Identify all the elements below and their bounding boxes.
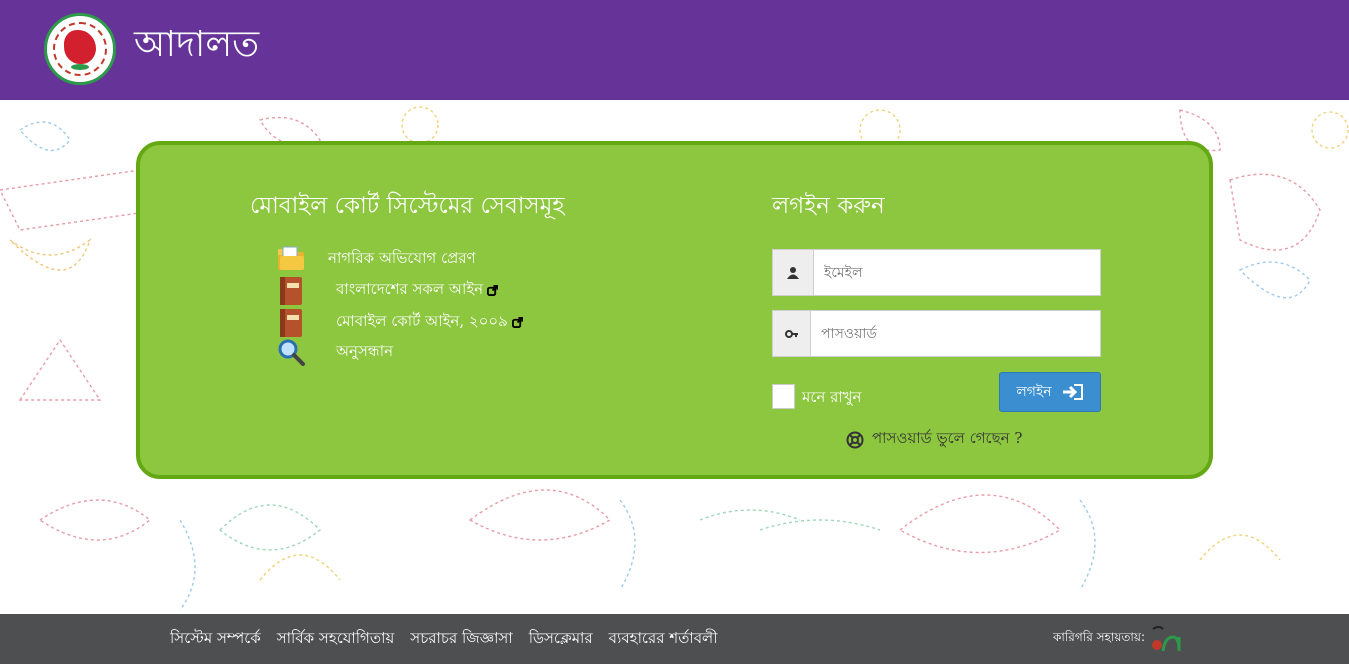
- law-book-icon: [276, 275, 306, 305]
- footer-link-terms[interactable]: ব্যবহারের শর্তাবলী: [609, 627, 718, 652]
- service-label: বাংলাদেশের সকল আইন: [336, 279, 484, 298]
- footer: সিস্টেম সম্পর্কে সার্বিক সহযোগিতায় সচরা…: [0, 614, 1349, 664]
- remember-label: মনে রাখুন: [802, 388, 862, 406]
- service-label: মোবাইল কোর্ট আইন, ২০০৯: [336, 311, 508, 330]
- folder-icon: [276, 244, 306, 274]
- footer-link-faq[interactable]: সচরাচর জিজ্ঞাসা: [410, 627, 512, 652]
- footer-link-cooperation[interactable]: সার্বিক সহযোগিতায়: [277, 627, 395, 652]
- main-panel: মোবাইল কোর্ট সিস্টেমের সেবাসমূহ নাগরিক অ…: [136, 141, 1213, 479]
- law-book-icon: [276, 307, 306, 337]
- government-seal-logo: [44, 13, 116, 85]
- service-label: নাগরিক অভিযোগ প্রেরণ: [328, 248, 476, 267]
- service-search[interactable]: অনুসন্ধান: [276, 336, 393, 368]
- magnifier-icon: [276, 337, 306, 367]
- service-all-laws[interactable]: বাংলাদেশের সকল আইন: [276, 274, 499, 306]
- external-link-icon: [487, 284, 499, 296]
- lifebuoy-icon: [846, 431, 864, 448]
- service-complaint[interactable]: নাগরিক অভিযোগ প্রেরণ: [276, 243, 476, 275]
- service-mobile-court-law[interactable]: মোবাইল কোর্ট আইন, ২০০৯: [276, 306, 523, 338]
- top-header: আদালত: [0, 0, 1349, 100]
- seal-leaf-shape: [71, 64, 89, 70]
- credit-label: কারিগরি সহায়তায়:: [1053, 630, 1145, 644]
- login-heading: লগইন করুন: [772, 193, 885, 219]
- remember-checkbox[interactable]: [772, 384, 795, 409]
- services-heading: মোবাইল কোর্ট সিস্টেমের সেবাসমূহ: [250, 193, 565, 219]
- footer-nav: সিস্টেম সম্পর্কে সার্বিক সহযোগিতায় সচরা…: [170, 614, 718, 664]
- password-input[interactable]: [811, 311, 1100, 356]
- a2i-logo[interactable]: [1149, 623, 1185, 655]
- forgot-password-label: পাসওয়ার্ড ভুলে গেছেন ?: [872, 429, 1023, 447]
- login-button-label: লগইন: [1016, 384, 1052, 400]
- external-link-icon: [511, 316, 523, 328]
- forgot-password-link[interactable]: পাসওয়ার্ড ভুলে গেছেন ?: [846, 427, 1022, 452]
- login-button[interactable]: লগইন: [999, 372, 1101, 412]
- service-label: অনুসন্ধান: [336, 341, 394, 360]
- key-icon: [773, 311, 811, 356]
- footer-link-about[interactable]: সিস্টেম সম্পর্কে: [170, 627, 261, 652]
- email-field: [772, 249, 1101, 296]
- bangladesh-map-shape: [64, 30, 96, 64]
- email-input[interactable]: [814, 250, 1100, 295]
- password-field: [772, 310, 1101, 357]
- technical-support: কারিগরি সহায়তায়:: [1053, 614, 1185, 664]
- sign-in-icon: [1062, 384, 1083, 400]
- app-title: আদালত: [134, 24, 260, 65]
- footer-link-disclaimer[interactable]: ডিসক্লেমার: [529, 627, 593, 652]
- user-icon: [773, 250, 814, 295]
